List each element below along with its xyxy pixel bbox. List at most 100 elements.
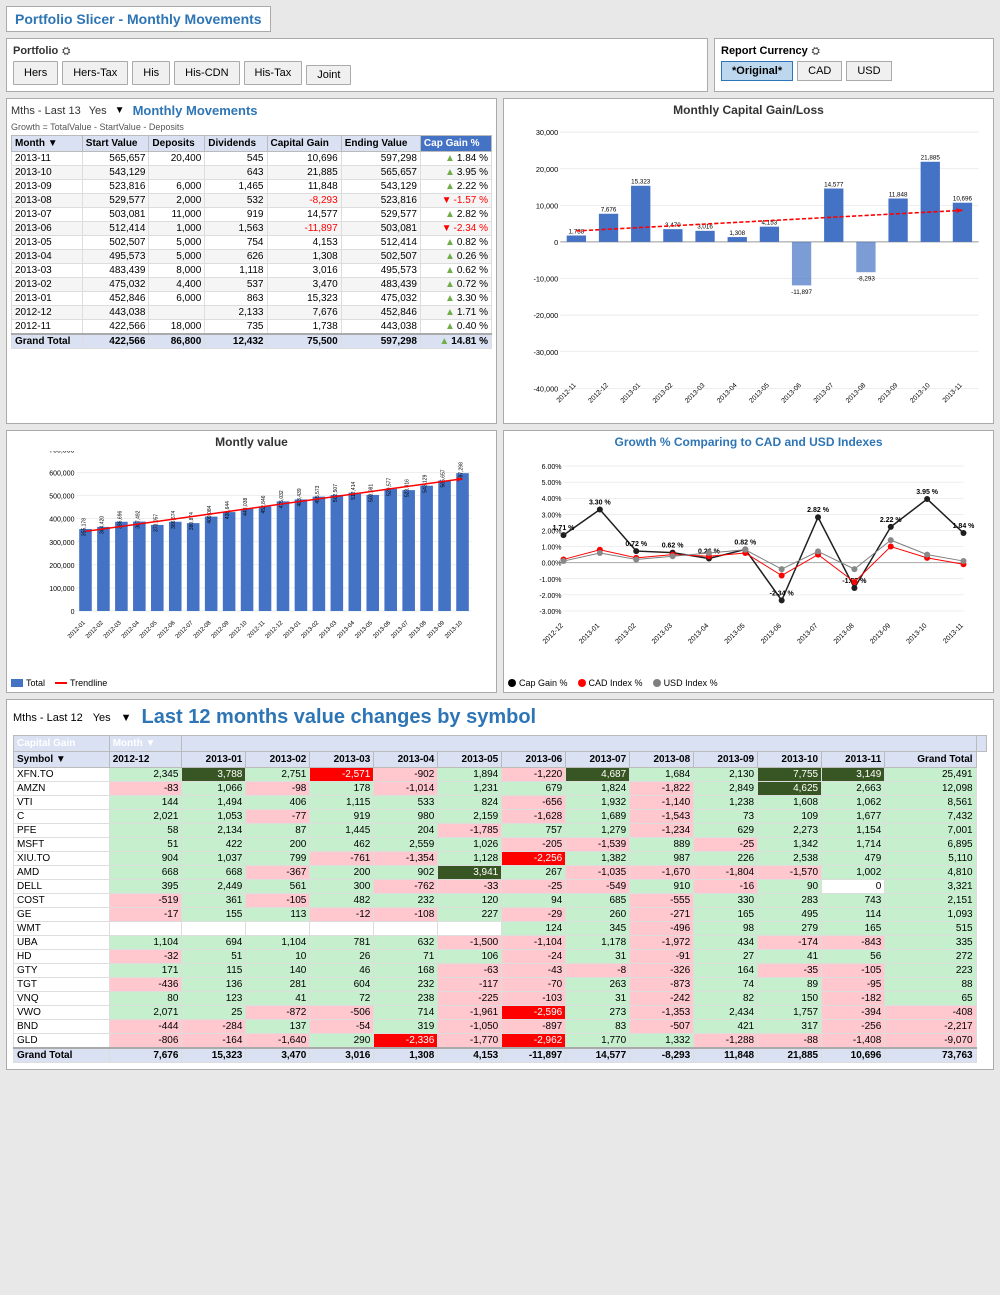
symbol-value: 164	[694, 964, 758, 978]
portfolio-btn-hers-tax[interactable]: Hers-Tax	[62, 61, 128, 85]
svg-text:2012-11: 2012-11	[247, 620, 267, 640]
svg-text:1,738: 1,738	[569, 228, 585, 235]
symbol-value: 90	[758, 880, 822, 894]
col-month[interactable]: Month ▼	[12, 136, 83, 152]
symbol-value: -205	[502, 838, 566, 852]
symbol-value: 434	[694, 936, 758, 950]
symbol-grand-total-value: 21,885	[758, 1048, 822, 1063]
cell-ending-value: 512,414	[341, 236, 420, 250]
cell-cap-gain-pct: ▲ 0.40 %	[420, 320, 491, 335]
symbol-value: 2,273	[758, 824, 822, 838]
cell-dividends: 1,118	[205, 264, 267, 278]
symbol-value: -16	[694, 880, 758, 894]
svg-text:503,081: 503,081	[369, 484, 375, 502]
table-row: 2013-03 483,439 8,000 1,118 3,016 495,57…	[12, 264, 492, 278]
svg-text:597,298: 597,298	[459, 462, 465, 480]
symbol-value: -1,353	[630, 1006, 694, 1020]
svg-text:0: 0	[71, 609, 75, 616]
symbol-grand-total-value: -8,293	[630, 1048, 694, 1063]
symbol-value: 799	[246, 852, 310, 866]
symbol-value: -1,804	[694, 866, 758, 880]
cell-deposits: 5,000	[149, 250, 205, 264]
symbol-value: 980	[374, 810, 438, 824]
cell-gt-capgain: 75,500	[267, 334, 341, 349]
svg-text:2012-11: 2012-11	[556, 382, 578, 404]
cell-ending-value: 597,298	[341, 152, 420, 166]
symbol-value: 902	[374, 866, 438, 880]
symbol-value: 1,104	[109, 936, 182, 950]
svg-text:2013-07: 2013-07	[813, 382, 836, 405]
monthly-movements-title: Monthly Movements	[133, 103, 258, 118]
rc-btn-original[interactable]: *Original*	[721, 61, 793, 81]
portfolio-btn-his-cdn[interactable]: His-CDN	[174, 61, 239, 85]
cell-deposits	[149, 166, 205, 180]
symbol-value	[438, 922, 502, 936]
cell-cap-gain-pct: ▲ 2.22 %	[420, 180, 491, 194]
symbol-value: -9,070	[885, 1034, 976, 1049]
cell-gt-start: 422,566	[82, 334, 149, 349]
report-currency-icon[interactable]: ⛭	[812, 46, 820, 57]
cell-ending-value: 529,577	[341, 208, 420, 222]
symbol-value	[374, 922, 438, 936]
svg-text:2012-12: 2012-12	[587, 382, 610, 405]
portfolio-btn-joint[interactable]: Joint	[306, 65, 351, 85]
portfolio-btn-hers[interactable]: Hers	[13, 61, 58, 85]
symbol-name: BND	[14, 1020, 110, 1034]
svg-text:2013-05: 2013-05	[724, 622, 747, 645]
svg-text:2013-11: 2013-11	[942, 622, 965, 645]
svg-text:387,492: 387,492	[135, 510, 141, 528]
col-start-value: Start Value	[82, 136, 149, 152]
symbol-value: 4,625	[758, 782, 822, 796]
symbol-value: -174	[758, 936, 822, 950]
rc-btn-usd[interactable]: USD	[846, 61, 891, 81]
symbol-value: 1,062	[822, 796, 885, 810]
symbol-value: -897	[502, 1020, 566, 1034]
symbol-row: COST-519361-10548223212094685-5553302837…	[14, 894, 987, 908]
rc-btn-cad[interactable]: CAD	[797, 61, 842, 81]
svg-text:373,057: 373,057	[153, 514, 159, 532]
symbol-value: -806	[109, 1034, 182, 1049]
portfolio-btn-his-tax[interactable]: His-Tax	[244, 61, 303, 85]
cell-dividends: 735	[205, 320, 267, 335]
symbol-value: 679	[502, 782, 566, 796]
symbol-value: 124	[502, 922, 566, 936]
symbol-name: VWO	[14, 1006, 110, 1020]
symbol-grand-total-value: 3,470	[246, 1048, 310, 1063]
symbol-value: 1,382	[566, 852, 630, 866]
symbol-grand-total-value: 1,308	[374, 1048, 438, 1063]
symbol-value: -33	[438, 880, 502, 894]
cell-cap-gain-pct: ▲ 1.84 %	[420, 152, 491, 166]
legend-trendline-color	[55, 682, 67, 684]
symbol-value: 109	[758, 810, 822, 824]
symbol-value: 561	[246, 880, 310, 894]
symbol-row: VNQ801234172238-225-10331-24282150-18265	[14, 992, 987, 1006]
mths-filter-icon[interactable]: ▼	[115, 105, 125, 116]
symbol-value: 120	[438, 894, 502, 908]
cell-ending-value: 523,816	[341, 194, 420, 208]
symbol-filter-icon[interactable]: ▼	[121, 712, 132, 724]
cell-start-value: 475,032	[82, 278, 149, 292]
symbol-value: -103	[502, 992, 566, 1006]
symbol-value: 7,755	[758, 768, 822, 782]
symbol-table: Capital Gain Month ▼ Symbol ▼ 2012-12 20…	[13, 735, 987, 1063]
legend-cap-gain-color	[508, 679, 516, 687]
svg-text:475,032: 475,032	[279, 490, 285, 508]
symbol-value: 150	[758, 992, 822, 1006]
symbol-value: -70	[502, 978, 566, 992]
symbol-name: GLD	[14, 1034, 110, 1049]
symbol-value: -1,354	[374, 852, 438, 866]
portfolio-btn-his[interactable]: His	[132, 61, 170, 85]
cell-month: 2012-12	[12, 306, 83, 320]
col-2013-07: 2013-07	[566, 752, 630, 768]
symbol-value: 31	[566, 992, 630, 1006]
symbol-value: 533	[374, 796, 438, 810]
svg-text:2013-08: 2013-08	[845, 382, 868, 405]
cell-cap-gain-pct: ▲ 3.95 %	[420, 166, 491, 180]
portfolio-filter-icon[interactable]: ⛭	[62, 46, 70, 57]
col-2013-09: 2013-09	[694, 752, 758, 768]
svg-text:2012-12: 2012-12	[265, 620, 285, 640]
cell-month: 2013-08	[12, 194, 83, 208]
cell-start-value: 422,566	[82, 320, 149, 335]
symbol-grand-total-value: 14,577	[566, 1048, 630, 1063]
symbol-value: -1,785	[438, 824, 502, 838]
